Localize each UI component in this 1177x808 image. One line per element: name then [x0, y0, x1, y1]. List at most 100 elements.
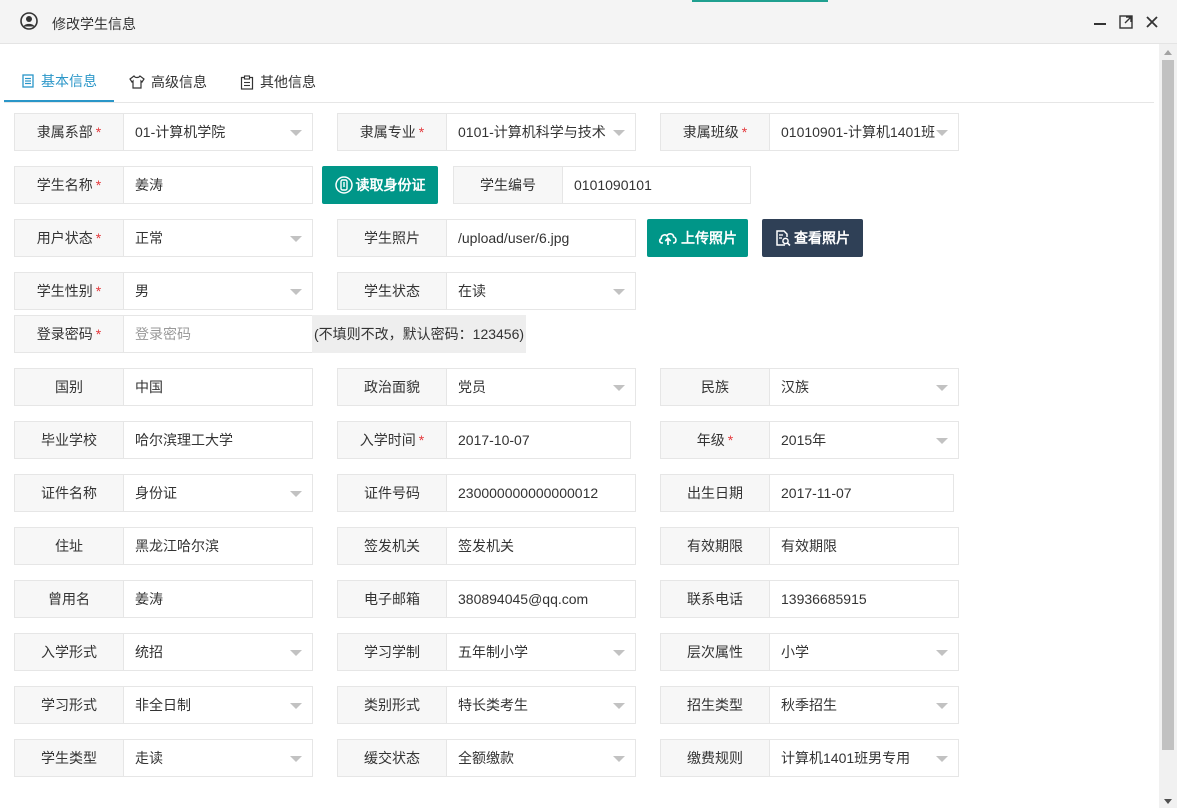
user-status-value[interactable]: 正常	[124, 220, 312, 256]
birth-date-field[interactable]: 出生日期 2017-11-07	[660, 474, 954, 512]
ethnicity-select[interactable]: 民族 汉族	[660, 368, 959, 406]
id-type-select[interactable]: 证件名称 身份证	[14, 474, 313, 512]
enroll-date-field[interactable]: 入学时间 * 2017-10-07	[337, 421, 631, 459]
former-name-input[interactable]: 姜涛	[124, 581, 312, 617]
student-type-value[interactable]: 走读	[124, 740, 312, 776]
recruit-type-value[interactable]: 秋季招生	[770, 687, 958, 723]
vertical-scrollbar[interactable]	[1159, 44, 1177, 808]
recruit-type-label: 招生类型	[661, 687, 770, 723]
view-photo-label: 查看照片	[794, 230, 850, 246]
category-value[interactable]: 特长类考生	[447, 687, 635, 723]
study-system-select[interactable]: 学习学制 五年制小学	[337, 633, 636, 671]
gender-select[interactable]: 学生性别 * 男	[14, 272, 313, 310]
maximize-icon[interactable]	[1117, 13, 1135, 31]
enroll-date-input[interactable]: 2017-10-07	[447, 422, 630, 458]
student-name-field[interactable]: 学生名称 * 姜涛	[14, 166, 313, 204]
shirt-icon	[129, 75, 145, 89]
read-id-card-button[interactable]: 读取身份证	[322, 166, 438, 204]
major-label: 隶属专业 *	[338, 114, 447, 150]
major-select[interactable]: 隶属专业 * 0101-计算机科学与技术	[337, 113, 636, 151]
dept-value[interactable]: 01-计算机学院	[124, 114, 312, 150]
student-status-select[interactable]: 学生状态 在读	[337, 272, 636, 310]
student-status-value[interactable]: 在读	[447, 273, 635, 309]
study-form-value[interactable]: 非全日制	[124, 687, 312, 723]
chevron-down-icon	[290, 650, 302, 656]
category-select[interactable]: 类别形式 特长类考生	[337, 686, 636, 724]
deferral-value[interactable]: 全额缴款	[447, 740, 635, 776]
upload-photo-button[interactable]: 上传照片	[647, 219, 748, 257]
scroll-up-arrow-icon[interactable]	[1164, 50, 1172, 55]
scroll-down-arrow-icon[interactable]	[1164, 799, 1172, 804]
chevron-down-icon	[290, 130, 302, 136]
phone-input[interactable]: 13936685915	[770, 581, 958, 617]
validity-input[interactable]: 有效期限	[770, 528, 958, 564]
country-field[interactable]: 国别 中国	[14, 368, 313, 406]
issuer-field[interactable]: 签发机关 签发机关	[337, 527, 636, 565]
major-value[interactable]: 0101-计算机科学与技术	[447, 114, 635, 150]
tab-other-info[interactable]: 其他信息	[240, 62, 316, 102]
password-input[interactable]: 登录密码	[124, 316, 312, 352]
enroll-form-value[interactable]: 统招	[124, 634, 312, 670]
id-type-value[interactable]: 身份证	[124, 475, 312, 511]
grade-select[interactable]: 年级 * 2015年	[660, 421, 959, 459]
recruit-type-select[interactable]: 招生类型 秋季招生	[660, 686, 959, 724]
read-id-card-label: 读取身份证	[355, 177, 426, 193]
id-number-input[interactable]: 230000000000000012	[447, 475, 635, 511]
country-input[interactable]: 中国	[124, 369, 312, 405]
email-field[interactable]: 电子邮箱 380894045@qq.com	[337, 580, 636, 618]
school-field[interactable]: 毕业学校 哈尔滨理工大学	[14, 421, 313, 459]
grade-value[interactable]: 2015年	[770, 422, 958, 458]
student-type-select[interactable]: 学生类型 走读	[14, 739, 313, 777]
school-input[interactable]: 哈尔滨理工大学	[124, 422, 312, 458]
study-system-value[interactable]: 五年制小学	[447, 634, 635, 670]
fee-rule-label: 缴费规则	[661, 740, 770, 776]
chevron-down-icon	[936, 385, 948, 391]
enroll-form-select[interactable]: 入学形式 统招	[14, 633, 313, 671]
student-name-input[interactable]: 姜涛	[124, 167, 312, 203]
validity-field[interactable]: 有效期限 有效期限	[660, 527, 959, 565]
clipboard-icon	[240, 74, 254, 90]
id-number-field[interactable]: 证件号码 230000000000000012	[337, 474, 636, 512]
tab-basic-info[interactable]: 基本信息	[4, 62, 114, 102]
validity-label: 有效期限	[661, 528, 770, 564]
view-photo-button[interactable]: 查看照片	[762, 219, 863, 257]
gender-value[interactable]: 男	[124, 273, 312, 309]
fee-rule-value[interactable]: 计算机1401班男专用	[770, 740, 958, 776]
id-card-reader-icon	[334, 176, 353, 194]
user-status-select[interactable]: 用户状态 * 正常	[14, 219, 313, 257]
issuer-input[interactable]: 签发机关	[447, 528, 635, 564]
photo-path-field[interactable]: 学生照片 /upload/user/6.jpg	[337, 219, 636, 257]
politics-value[interactable]: 党员	[447, 369, 635, 405]
minimize-icon[interactable]	[1091, 13, 1109, 31]
birth-date-input[interactable]: 2017-11-07	[770, 475, 953, 511]
study-form-select[interactable]: 学习形式 非全日制	[14, 686, 313, 724]
former-name-field[interactable]: 曾用名 姜涛	[14, 580, 313, 618]
photo-path-input[interactable]: /upload/user/6.jpg	[447, 220, 635, 256]
address-field[interactable]: 住址 黑龙江哈尔滨	[14, 527, 313, 565]
birth-date-label: 出生日期	[661, 475, 770, 511]
scroll-thumb[interactable]	[1162, 60, 1174, 750]
chevron-down-icon	[936, 650, 948, 656]
chevron-down-icon	[936, 703, 948, 709]
tab-advanced-info[interactable]: 高级信息	[129, 62, 207, 102]
password-field[interactable]: 登录密码 * 登录密码	[14, 315, 313, 353]
class-value[interactable]: 01010901-计算机1401班	[770, 114, 958, 150]
ethnicity-value[interactable]: 汉族	[770, 369, 958, 405]
politics-label: 政治面貌	[338, 369, 447, 405]
level-value[interactable]: 小学	[770, 634, 958, 670]
politics-select[interactable]: 政治面貌 党员	[337, 368, 636, 406]
address-input[interactable]: 黑龙江哈尔滨	[124, 528, 312, 564]
email-input[interactable]: 380894045@qq.com	[447, 581, 635, 617]
student-no-input[interactable]: 0101090101	[563, 167, 750, 203]
chevron-down-icon	[290, 236, 302, 242]
close-icon[interactable]	[1143, 13, 1161, 31]
id-type-label: 证件名称	[15, 475, 124, 511]
dept-select[interactable]: 隶属系部 * 01-计算机学院	[14, 113, 313, 151]
class-select[interactable]: 隶属班级 * 01010901-计算机1401班	[660, 113, 959, 151]
phone-field[interactable]: 联系电话 13936685915	[660, 580, 959, 618]
fee-rule-select[interactable]: 缴费规则 计算机1401班男专用	[660, 739, 959, 777]
chevron-down-icon	[290, 289, 302, 295]
student-no-field[interactable]: 学生编号 0101090101	[453, 166, 751, 204]
deferral-select[interactable]: 缓交状态 全额缴款	[337, 739, 636, 777]
level-select[interactable]: 层次属性 小学	[660, 633, 959, 671]
